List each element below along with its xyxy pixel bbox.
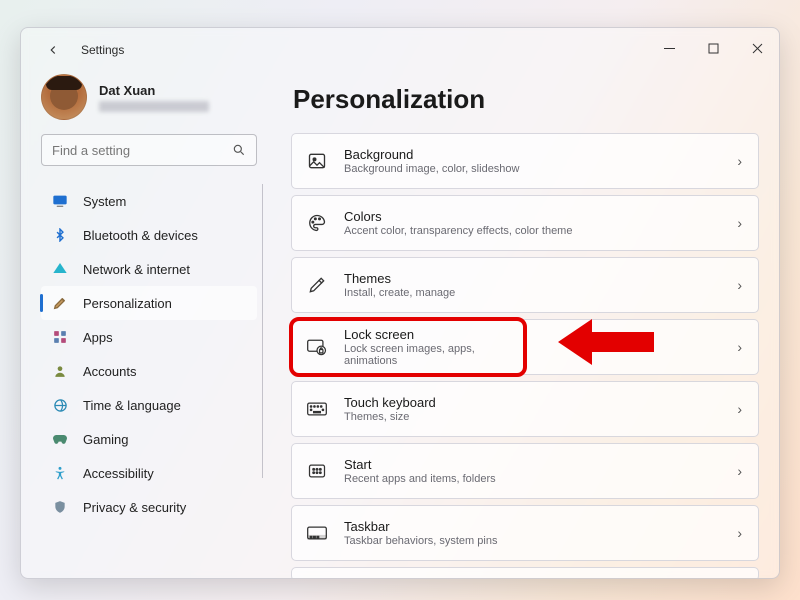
- profile-text: Dat Xuan: [99, 83, 209, 112]
- avatar: [41, 74, 87, 120]
- sidebar: Dat Xuan System: [21, 72, 271, 578]
- card-text: Lock screen Lock screen images, apps, an…: [344, 327, 510, 367]
- sidebar-item-apps[interactable]: Apps: [41, 320, 257, 354]
- wifi-icon: [51, 260, 69, 278]
- page-title: Personalization: [293, 84, 759, 115]
- chevron-right-icon: ›: [737, 215, 742, 231]
- close-button[interactable]: [735, 28, 779, 68]
- chevron-right-icon: ›: [737, 153, 742, 169]
- card-text: Taskbar Taskbar behaviors, system pins: [344, 519, 497, 547]
- profile-email-redacted: [99, 101, 209, 112]
- card-partial[interactable]: [291, 567, 759, 578]
- card-title: Colors: [344, 209, 572, 224]
- sidebar-item-system[interactable]: System: [41, 184, 257, 218]
- chevron-right-icon: ›: [737, 339, 742, 355]
- minimize-button[interactable]: [647, 28, 691, 68]
- search-box[interactable]: [41, 134, 257, 166]
- card-text: Themes Install, create, manage: [344, 271, 455, 299]
- card-taskbar[interactable]: Taskbar Taskbar behaviors, system pins ›: [291, 505, 759, 561]
- sidebar-item-network[interactable]: Network & internet: [41, 252, 257, 286]
- chevron-right-icon: ›: [737, 401, 742, 417]
- sidebar-item-label: Personalization: [83, 296, 172, 311]
- sidebar-item-time-language[interactable]: Time & language: [41, 388, 257, 422]
- globe-clock-icon: [51, 396, 69, 414]
- sidebar-item-privacy[interactable]: Privacy & security: [41, 490, 257, 524]
- sidebar-item-label: Gaming: [83, 432, 129, 447]
- settings-list: Background Background image, color, slid…: [291, 133, 759, 578]
- main-panel: Personalization Background Background im…: [271, 72, 779, 578]
- sidebar-item-label: System: [83, 194, 126, 209]
- sidebar-item-label: Time & language: [83, 398, 181, 413]
- accessibility-icon: [51, 464, 69, 482]
- titlebar: Settings: [21, 28, 779, 72]
- sidebar-item-accessibility[interactable]: Accessibility: [41, 456, 257, 490]
- sidebar-item-label: Network & internet: [83, 262, 190, 277]
- card-subtitle: Taskbar behaviors, system pins: [344, 535, 497, 547]
- card-themes[interactable]: Themes Install, create, manage ›: [291, 257, 759, 313]
- sidebar-item-label: Apps: [83, 330, 113, 345]
- settings-window: Settings Dat Xuan: [20, 27, 780, 579]
- start-icon: [306, 460, 328, 482]
- card-text: Start Recent apps and items, folders: [344, 457, 496, 485]
- content-area: Dat Xuan System: [21, 72, 779, 578]
- sidebar-item-label: Bluetooth & devices: [83, 228, 198, 243]
- card-subtitle: Accent color, transparency effects, colo…: [344, 225, 572, 237]
- card-title: Themes: [344, 271, 455, 286]
- gamepad-icon: [51, 430, 69, 448]
- keyboard-icon: [306, 398, 328, 420]
- card-touch-keyboard[interactable]: Touch keyboard Themes, size ›: [291, 381, 759, 437]
- sidebar-item-accounts[interactable]: Accounts: [41, 354, 257, 388]
- card-start[interactable]: Start Recent apps and items, folders ›: [291, 443, 759, 499]
- bluetooth-icon: [51, 226, 69, 244]
- shield-icon: [51, 498, 69, 516]
- search-input[interactable]: [52, 143, 232, 158]
- sidebar-item-label: Accounts: [83, 364, 136, 379]
- card-subtitle: Lock screen images, apps, animations: [344, 343, 510, 367]
- system-icon: [51, 192, 69, 210]
- card-lock-screen[interactable]: Lock screen Lock screen images, apps, an…: [291, 319, 525, 375]
- taskbar-icon: [306, 522, 328, 544]
- card-text: Background Background image, color, slid…: [344, 147, 519, 175]
- back-button[interactable]: [37, 34, 69, 66]
- search-icon: [232, 143, 246, 157]
- card-subtitle: Recent apps and items, folders: [344, 473, 496, 485]
- card-background[interactable]: Background Background image, color, slid…: [291, 133, 759, 189]
- maximize-button[interactable]: [691, 28, 735, 68]
- card-title: Touch keyboard: [344, 395, 436, 410]
- window-controls: [647, 28, 779, 68]
- palette-icon: [306, 212, 328, 234]
- card-title: Start: [344, 457, 496, 472]
- brush-icon: [306, 274, 328, 296]
- apps-icon: [51, 328, 69, 346]
- paintbrush-icon: [51, 294, 69, 312]
- card-title: Background: [344, 147, 519, 162]
- card-text: Touch keyboard Themes, size: [344, 395, 436, 423]
- card-colors[interactable]: Colors Accent color, transparency effect…: [291, 195, 759, 251]
- chevron-right-icon: ›: [737, 277, 742, 293]
- lock-screen-icon: [306, 336, 328, 358]
- sidebar-item-personalization[interactable]: Personalization: [41, 286, 257, 320]
- person-icon: [51, 362, 69, 380]
- profile-block[interactable]: Dat Xuan: [41, 74, 257, 120]
- chevron-right-icon: ›: [737, 463, 742, 479]
- sidebar-item-label: Accessibility: [83, 466, 154, 481]
- card-subtitle: Install, create, manage: [344, 287, 455, 299]
- card-text: Colors Accent color, transparency effect…: [344, 209, 572, 237]
- card-subtitle: Background image, color, slideshow: [344, 163, 519, 175]
- sidebar-item-gaming[interactable]: Gaming: [41, 422, 257, 456]
- app-title: Settings: [81, 43, 124, 57]
- card-title: Taskbar: [344, 519, 497, 534]
- image-icon: [306, 150, 328, 172]
- nav: System Bluetooth & devices Network & int…: [41, 184, 257, 524]
- sidebar-item-label: Privacy & security: [83, 500, 186, 515]
- sidebar-item-bluetooth[interactable]: Bluetooth & devices: [41, 218, 257, 252]
- chevron-right-icon: ›: [737, 525, 742, 541]
- profile-name: Dat Xuan: [99, 83, 209, 98]
- card-subtitle: Themes, size: [344, 411, 436, 423]
- card-title: Lock screen: [344, 327, 510, 342]
